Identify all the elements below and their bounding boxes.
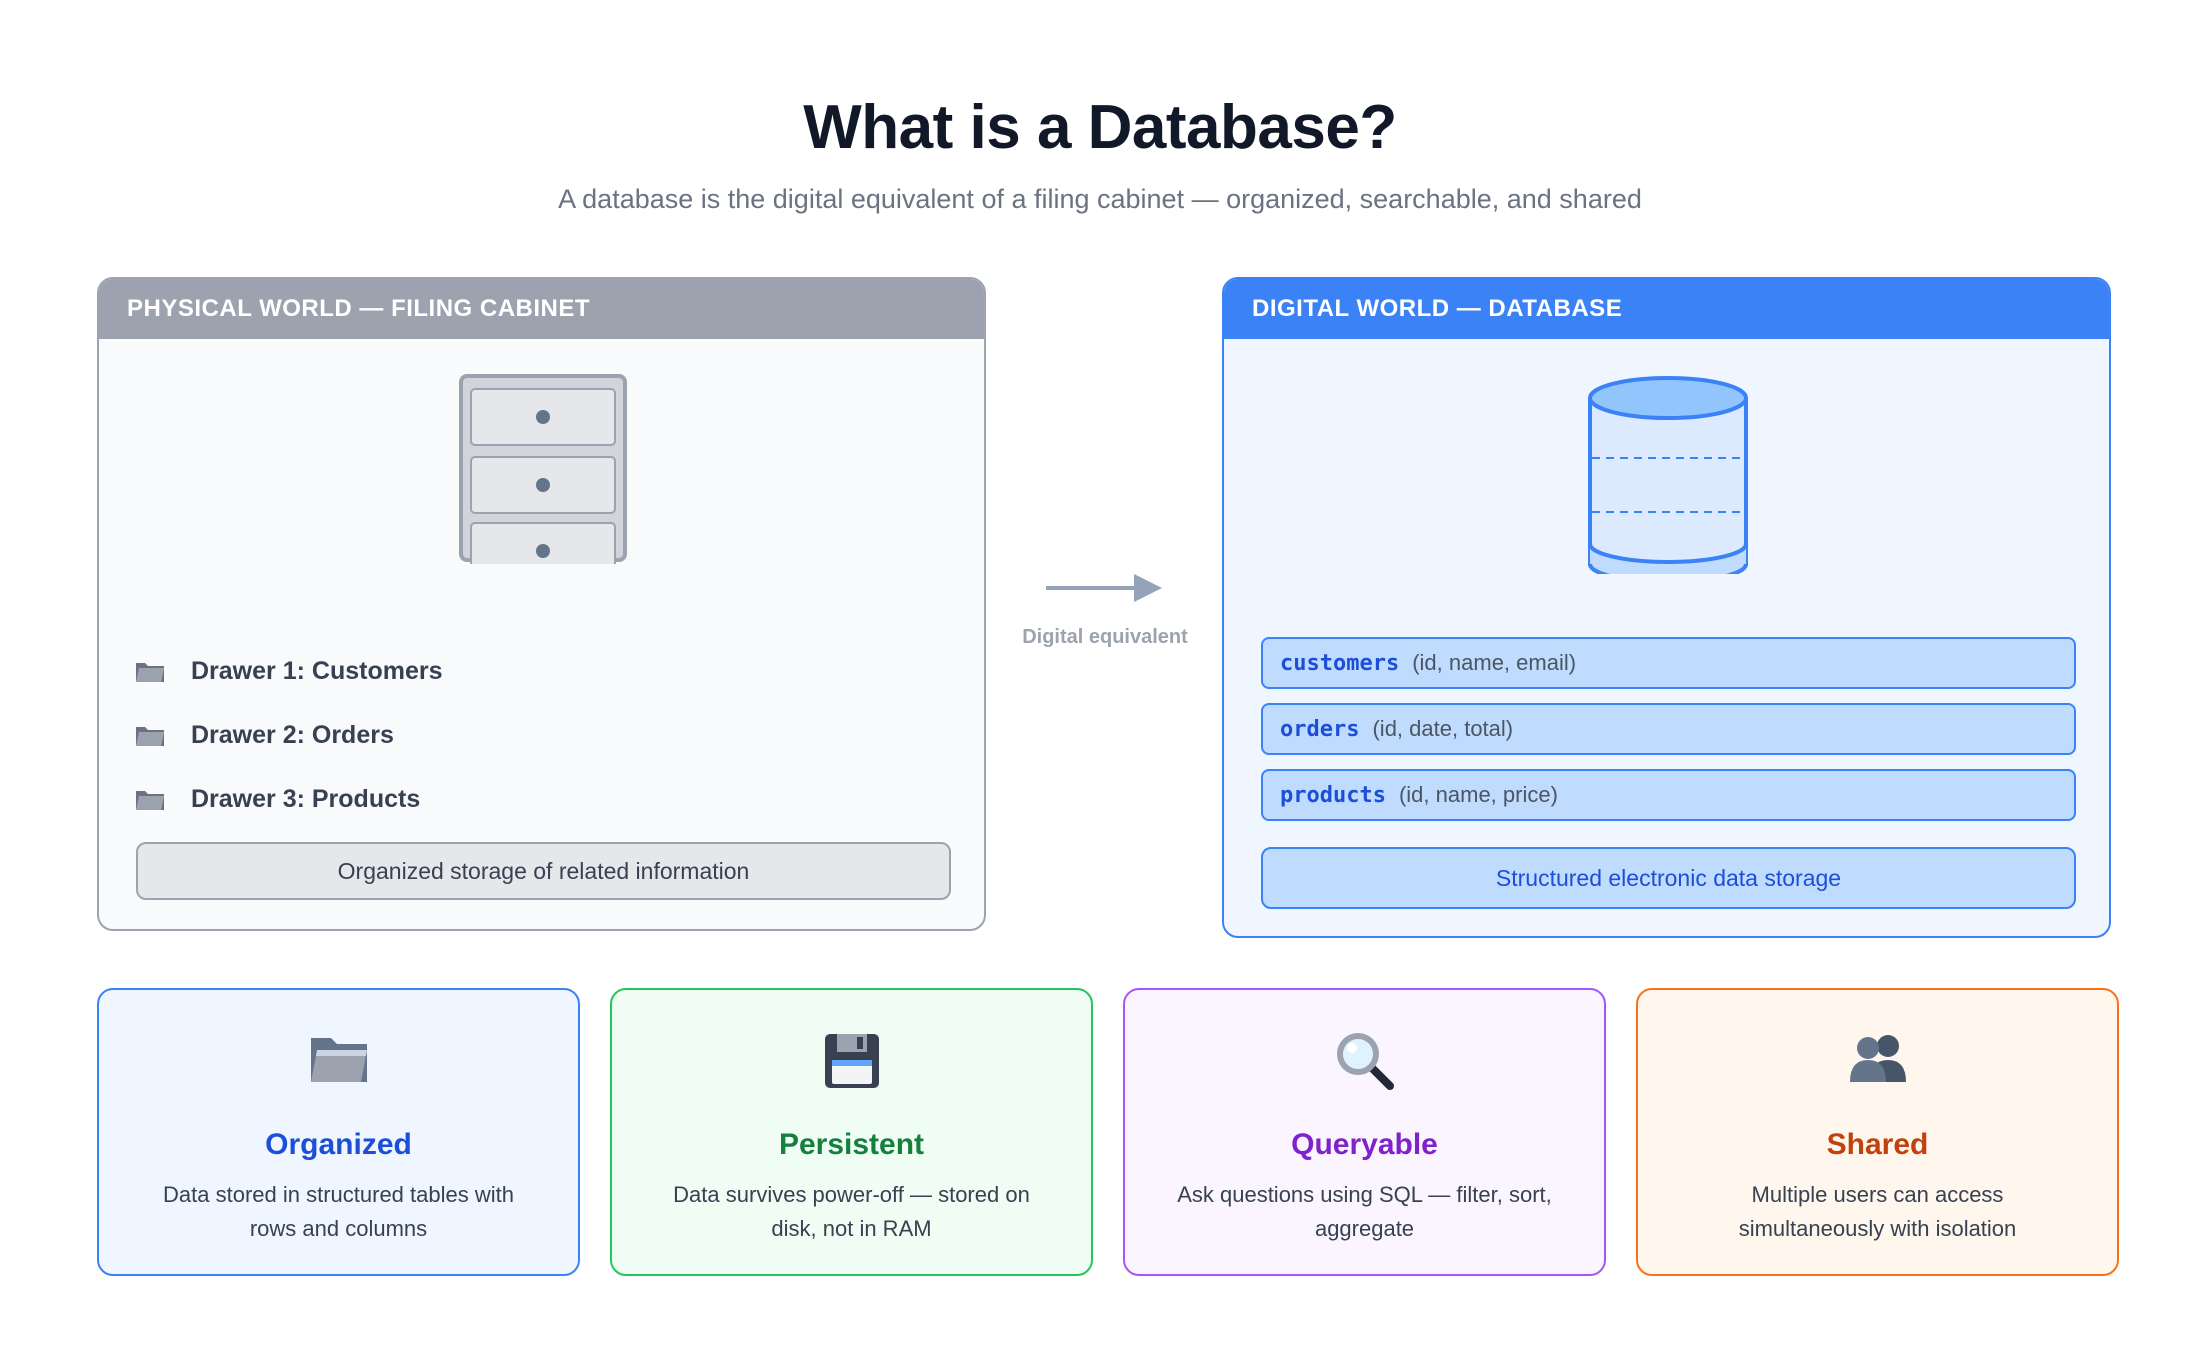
database-cylinder-icon — [1588, 376, 1748, 574]
feature-card-organized: Organized Data stored in structured tabl… — [97, 988, 580, 1276]
feature-title: Organized — [265, 1128, 412, 1161]
feature-title: Shared — [1826, 1128, 1929, 1161]
table-name: orders — [1280, 716, 1360, 742]
table-row: orders (id, date, total) — [1261, 703, 2076, 755]
feature-card-persistent: Persistent Data survives power-off — sto… — [610, 988, 1093, 1276]
folder-icon — [310, 1038, 367, 1082]
feature-description: Data survives power-off — stored on disk… — [673, 1182, 1030, 1241]
table-name: customers — [1280, 650, 1400, 676]
magnifier-icon — [1336, 1033, 1394, 1090]
page-title: What is a Database? — [803, 93, 1397, 162]
feature-description: Ask questions using SQL — filter, sort, … — [1177, 1182, 1552, 1241]
drawer-list: Drawer 1: Customers Drawer 2: Orders Dra… — [135, 639, 442, 831]
table-name: products — [1280, 782, 1386, 808]
users-icon — [1849, 1035, 1906, 1082]
page-subtitle: A database is the digital equivalent of … — [558, 184, 1642, 214]
table-columns: (id, name, email) — [1412, 650, 1577, 675]
drawer-label: Drawer 2: Orders — [191, 720, 394, 749]
digital-panel: DIGITAL WORLD — DATABASE customers (id, … — [1222, 277, 2111, 938]
feature-title: Queryable — [1291, 1128, 1438, 1161]
table-list: customers (id, name, email) orders (id, … — [1261, 637, 2076, 835]
feature-card-shared: Shared Multiple users can access simulta… — [1636, 988, 2119, 1276]
digital-summary: Structured electronic data storage — [1261, 847, 2076, 909]
table-columns: (id, name, price) — [1398, 782, 1558, 807]
feature-description: Data stored in structured tables with ro… — [163, 1182, 514, 1241]
physical-panel-heading: PHYSICAL WORLD — FILING CABINET — [99, 279, 984, 339]
table-row: products (id, name, price) — [1261, 769, 2076, 821]
list-item: Drawer 1: Customers — [135, 639, 442, 703]
digital-panel-heading: DIGITAL WORLD — DATABASE — [1224, 279, 2109, 339]
drawer-label: Drawer 1: Customers — [191, 656, 443, 685]
folder-icon — [136, 791, 164, 810]
feature-title: Persistent — [778, 1128, 925, 1161]
list-item: Drawer 2: Orders — [135, 703, 442, 767]
physical-summary: Organized storage of related information — [136, 842, 951, 900]
folder-icon — [136, 663, 164, 682]
arrow-right-icon — [1046, 574, 1162, 602]
feature-description: Multiple users can access simultaneously… — [1738, 1182, 2017, 1241]
list-item: Drawer 3: Products — [135, 767, 442, 831]
filing-cabinet-icon — [459, 374, 627, 564]
table-row: customers (id, name, email) — [1261, 637, 2076, 689]
connector-label: Digital equivalent — [1022, 626, 1188, 648]
feature-card-queryable: Queryable Ask questions using SQL — filt… — [1123, 988, 1606, 1276]
floppy-disk-icon — [824, 1034, 879, 1088]
drawer-label: Drawer 3: Products — [191, 784, 421, 813]
folder-icon — [136, 727, 164, 746]
table-columns: (id, date, total) — [1372, 716, 1514, 741]
physical-panel: PHYSICAL WORLD — FILING CABINET Drawer 1… — [97, 277, 986, 931]
